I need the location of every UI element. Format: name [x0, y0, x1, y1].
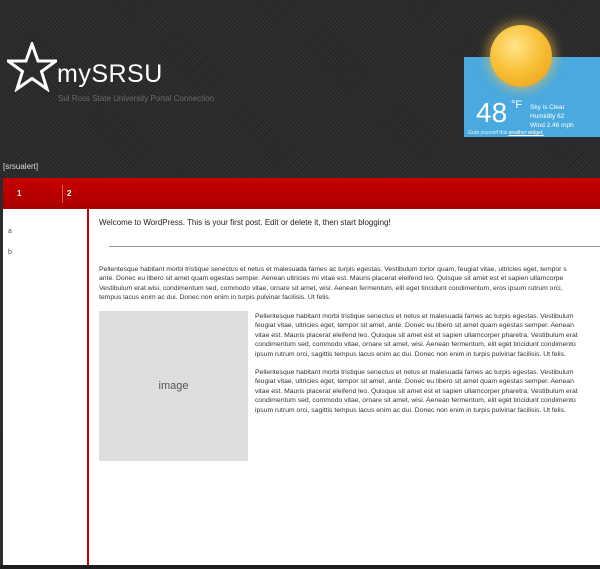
site-tagline: Sul Ross State University Portal Connect…	[58, 94, 215, 103]
sidebar: a b	[3, 209, 87, 565]
star-logo-icon[interactable]	[7, 42, 57, 92]
post-paragraph-3: Pellentesque habitant morbi tristique se…	[255, 369, 578, 414]
weather-footer-text: Grab yourself this	[468, 130, 508, 136]
nav-item-2[interactable]: 2	[67, 178, 71, 209]
nav-separator	[62, 185, 63, 203]
weather-temperature: 48	[476, 97, 508, 128]
bottom-bar	[0, 565, 600, 569]
main-nav: 1 2	[3, 178, 600, 209]
sidebar-item-b[interactable]: b	[8, 249, 12, 256]
site-title[interactable]: mySRSU	[57, 60, 163, 89]
image-placeholder: image	[99, 311, 248, 461]
horizontal-rule	[109, 246, 600, 247]
sun-icon	[490, 25, 552, 87]
post-welcome: Welcome to WordPress. This is your first…	[99, 218, 391, 227]
nav-item-1[interactable]: 1	[17, 178, 21, 209]
post-paragraph-1: Pellentesque habitant morbi tristique se…	[99, 266, 567, 302]
sidebar-item-a[interactable]: a	[8, 228, 12, 235]
weather-condition: Sky is Clear	[530, 104, 565, 111]
weather-humidity: Humidity 62	[530, 113, 565, 120]
weather-unit: °F	[511, 99, 523, 111]
main-content: Welcome to WordPress. This is your first…	[89, 209, 600, 565]
post-paragraph-2: Pellentesque habitant morbi tristique se…	[255, 313, 578, 358]
weather-wind: Wind 2.46 mph	[530, 122, 574, 129]
alert-shortcode: [srsualert]	[3, 162, 39, 171]
weather-footer: Grab yourself this weather widget.	[468, 130, 544, 136]
weather-widget-link[interactable]: weather widget.	[509, 130, 544, 136]
